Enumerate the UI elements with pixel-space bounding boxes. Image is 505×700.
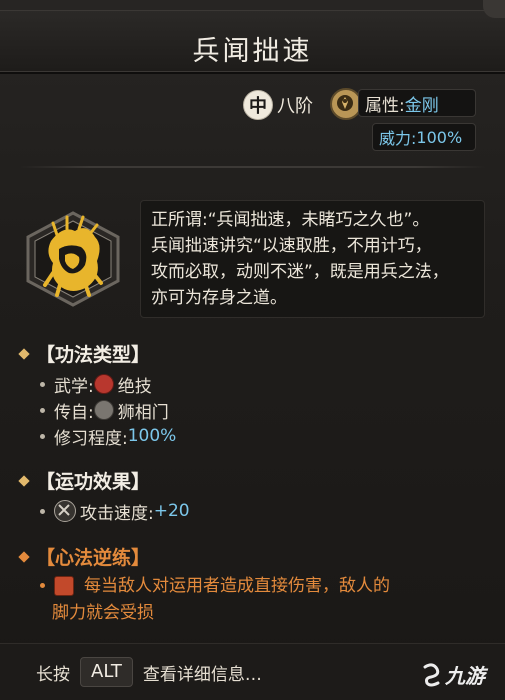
- header-divider: [0, 72, 505, 74]
- skill-title: 兵闻拙速: [192, 36, 313, 67]
- footer-suffix: 查看详细信息…: [142, 664, 262, 685]
- reverse-line: 每当敌人对运用者造成直接伤害，敌人的: [84, 576, 390, 596]
- description-line: 亦可为存身之道。: [151, 288, 287, 308]
- row-label: 武学:: [54, 376, 94, 397]
- skill-tooltip-panel: 兵闻拙速 中 八阶 属性: 金刚 威力: 100% 正所谓:“兵闻拙速，未睹巧之…: [0, 0, 505, 700]
- alt-key[interactable]: ALT: [80, 657, 133, 687]
- attribute-box: 属性: 金刚: [358, 89, 476, 117]
- type-row-origin: 传自: 狮相门: [40, 398, 169, 423]
- type-row-martial: 武学: 绝技: [40, 372, 152, 397]
- power-label: 威力:: [379, 129, 417, 148]
- description-line: 攻而必取，动则不迷”，既是用兵之法，: [151, 262, 449, 282]
- description-line: 兵闻拙速讲究“以速取胜，不用计巧，: [151, 236, 432, 256]
- power-value: 100%: [416, 127, 463, 147]
- row-label: 攻击速度:: [80, 503, 154, 524]
- reverse-line: 脚力就会受损: [52, 602, 154, 623]
- sect-emblem-icon: [93, 400, 114, 420]
- crossed-swords-icon: [54, 500, 76, 522]
- description-line: 正所谓:“兵闻拙速，未睹巧之久也”。: [151, 210, 430, 230]
- row-value: 绝技: [117, 376, 152, 397]
- attribute-label: 属性:: [365, 95, 405, 116]
- row-value: 狮相门: [117, 402, 169, 423]
- section-divider: [20, 166, 485, 168]
- level-text: 八阶: [277, 96, 313, 117]
- section-reverse-heading: 【心法逆练】: [18, 543, 151, 570]
- row-value: 100%: [127, 426, 177, 446]
- reverse-effect-text: 每当敌人对运用者造成直接伤害，敌人的: [84, 574, 390, 598]
- reverse-row-continued: 脚力就会受损: [52, 598, 154, 623]
- diamond-icon: [18, 474, 30, 487]
- watermark-logo: 九游: [421, 660, 485, 689]
- section-effect-heading: 【运功效果】: [18, 467, 151, 494]
- title-bar: 兵闻拙速: [0, 10, 505, 72]
- effect-row-attack-speed: 攻击速度: +20: [40, 499, 190, 524]
- level-group: 中 八阶: [243, 89, 313, 121]
- reverse-row: 每当敌人对运用者造成直接伤害，敌人的: [40, 574, 390, 598]
- row-label: 传自:: [54, 402, 94, 423]
- diamond-icon: [18, 550, 30, 563]
- bullet-icon: [40, 433, 45, 439]
- footer-hint: 长按 ALT 查看详细信息…: [36, 657, 262, 687]
- power-box: 威力: 100%: [372, 123, 476, 151]
- red-emblem-icon: [93, 374, 114, 394]
- bullet-icon: [40, 407, 45, 413]
- logo-icon: [423, 662, 440, 686]
- type-row-mastery: 修习程度: 100%: [40, 424, 177, 449]
- section-type-title: 【功法类型】: [36, 344, 151, 366]
- row-label: 修习程度:: [54, 428, 128, 449]
- description-box: 正所谓:“兵闻拙速，未睹巧之久也”。 兵闻拙速讲究“以速取胜，不用计巧， 攻而必…: [140, 200, 485, 318]
- attribute-value: 金刚: [404, 95, 439, 116]
- diamond-icon: [18, 347, 30, 360]
- row-value: +20: [153, 501, 190, 521]
- section-reverse-title: 【心法逆练】: [36, 547, 151, 569]
- level-badge: 中: [243, 90, 273, 120]
- section-effect-title: 【运功效果】: [36, 471, 151, 493]
- bullet-icon: [40, 508, 45, 514]
- reverse-practice-icon: [54, 576, 74, 596]
- bullet-icon: [40, 583, 45, 588]
- section-type-heading: 【功法类型】: [18, 340, 151, 367]
- footer-prefix: 长按: [36, 664, 70, 685]
- bullet-icon: [40, 381, 45, 387]
- fist-skill-icon: [23, 211, 123, 307]
- watermark-text: 九游: [445, 664, 485, 688]
